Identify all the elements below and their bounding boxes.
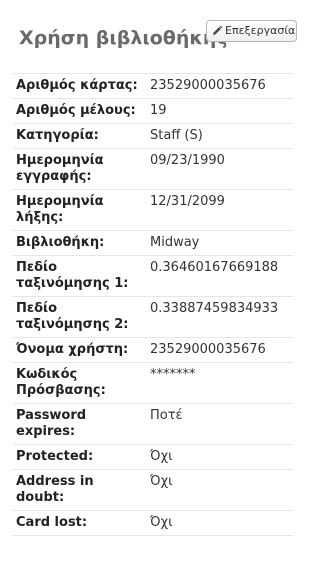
patron-details-table: Αριθμός κάρτας: 23529000035676 Αριθμός μέλ… — [13, 73, 293, 536]
detail-row: Ημερομηνία λήξης: 12/31/2099 — [13, 189, 293, 231]
field-label: Address in doubt: — [13, 469, 147, 511]
field-value: Όχι — [147, 469, 293, 511]
field-value: 0.36460167669188 — [147, 255, 293, 297]
detail-row: Κατηγορία: Staff (S) — [13, 123, 293, 149]
field-value: Ποτέ — [147, 403, 293, 445]
detail-row: Πεδίο ταξινόμησης 2: 0.33887459834933 — [13, 296, 293, 338]
field-value: 23529000035676 — [147, 337, 293, 363]
detail-row: Card lost: Όχι — [13, 510, 293, 536]
field-value: 12/31/2099 — [147, 189, 293, 231]
detail-row: Address in doubt: Όχι — [13, 469, 293, 511]
field-label: Αριθμός κάρτας: — [13, 73, 147, 99]
detail-row: Protected: Όχι — [13, 444, 293, 470]
field-value: ******* — [147, 362, 293, 404]
detail-row: Password expires: Ποτέ — [13, 403, 293, 445]
field-label: Όνομα χρήστη: — [13, 337, 147, 363]
field-label: Κατηγορία: — [13, 123, 147, 149]
detail-row: Κωδικός Πρόσβασης: ******* — [13, 362, 293, 404]
field-label: Κωδικός Πρόσβασης: — [13, 362, 147, 404]
field-label: Ημερομηνία εγγραφής: — [13, 148, 147, 190]
pencil-icon — [211, 25, 223, 37]
field-value: 0.33887459834933 — [147, 296, 293, 338]
edit-button-label: Επεξεργασία — [225, 24, 296, 37]
field-value: Staff (S) — [147, 123, 293, 149]
field-label: Βιβλιοθήκη: — [13, 230, 147, 256]
field-label: Password expires: — [13, 403, 147, 445]
field-label: Πεδίο ταξινόμησης 1: — [13, 255, 147, 297]
library-use-panel: Χρήση βιβλιοθήκης Επεξεργασία Αριθμός κά… — [0, 0, 319, 578]
field-label: Αριθμός μέλους: — [13, 98, 147, 124]
field-value: 23529000035676 — [147, 73, 293, 99]
detail-row: Αριθμός μέλους: 19 — [13, 98, 293, 124]
edit-button[interactable]: Επεξεργασία — [206, 20, 297, 42]
detail-row: Όνομα χρήστη: 23529000035676 — [13, 337, 293, 363]
detail-row: Αριθμός κάρτας: 23529000035676 — [13, 73, 293, 99]
detail-row: Πεδίο ταξινόμησης 1: 0.36460167669188 — [13, 255, 293, 297]
field-value: Midway — [147, 230, 293, 256]
detail-row: Ημερομηνία εγγραφής: 09/23/1990 — [13, 148, 293, 190]
field-value: 09/23/1990 — [147, 148, 293, 190]
field-label: Πεδίο ταξινόμησης 2: — [13, 296, 147, 338]
detail-row: Βιβλιοθήκη: Midway — [13, 230, 293, 256]
field-label: Card lost: — [13, 510, 147, 536]
section-title: Χρήση βιβλιοθήκης — [19, 27, 228, 49]
field-value: Όχι — [147, 444, 293, 470]
field-label: Ημερομηνία λήξης: — [13, 189, 147, 231]
field-value: 19 — [147, 98, 293, 124]
field-value: Όχι — [147, 510, 293, 536]
field-label: Protected: — [13, 444, 147, 470]
